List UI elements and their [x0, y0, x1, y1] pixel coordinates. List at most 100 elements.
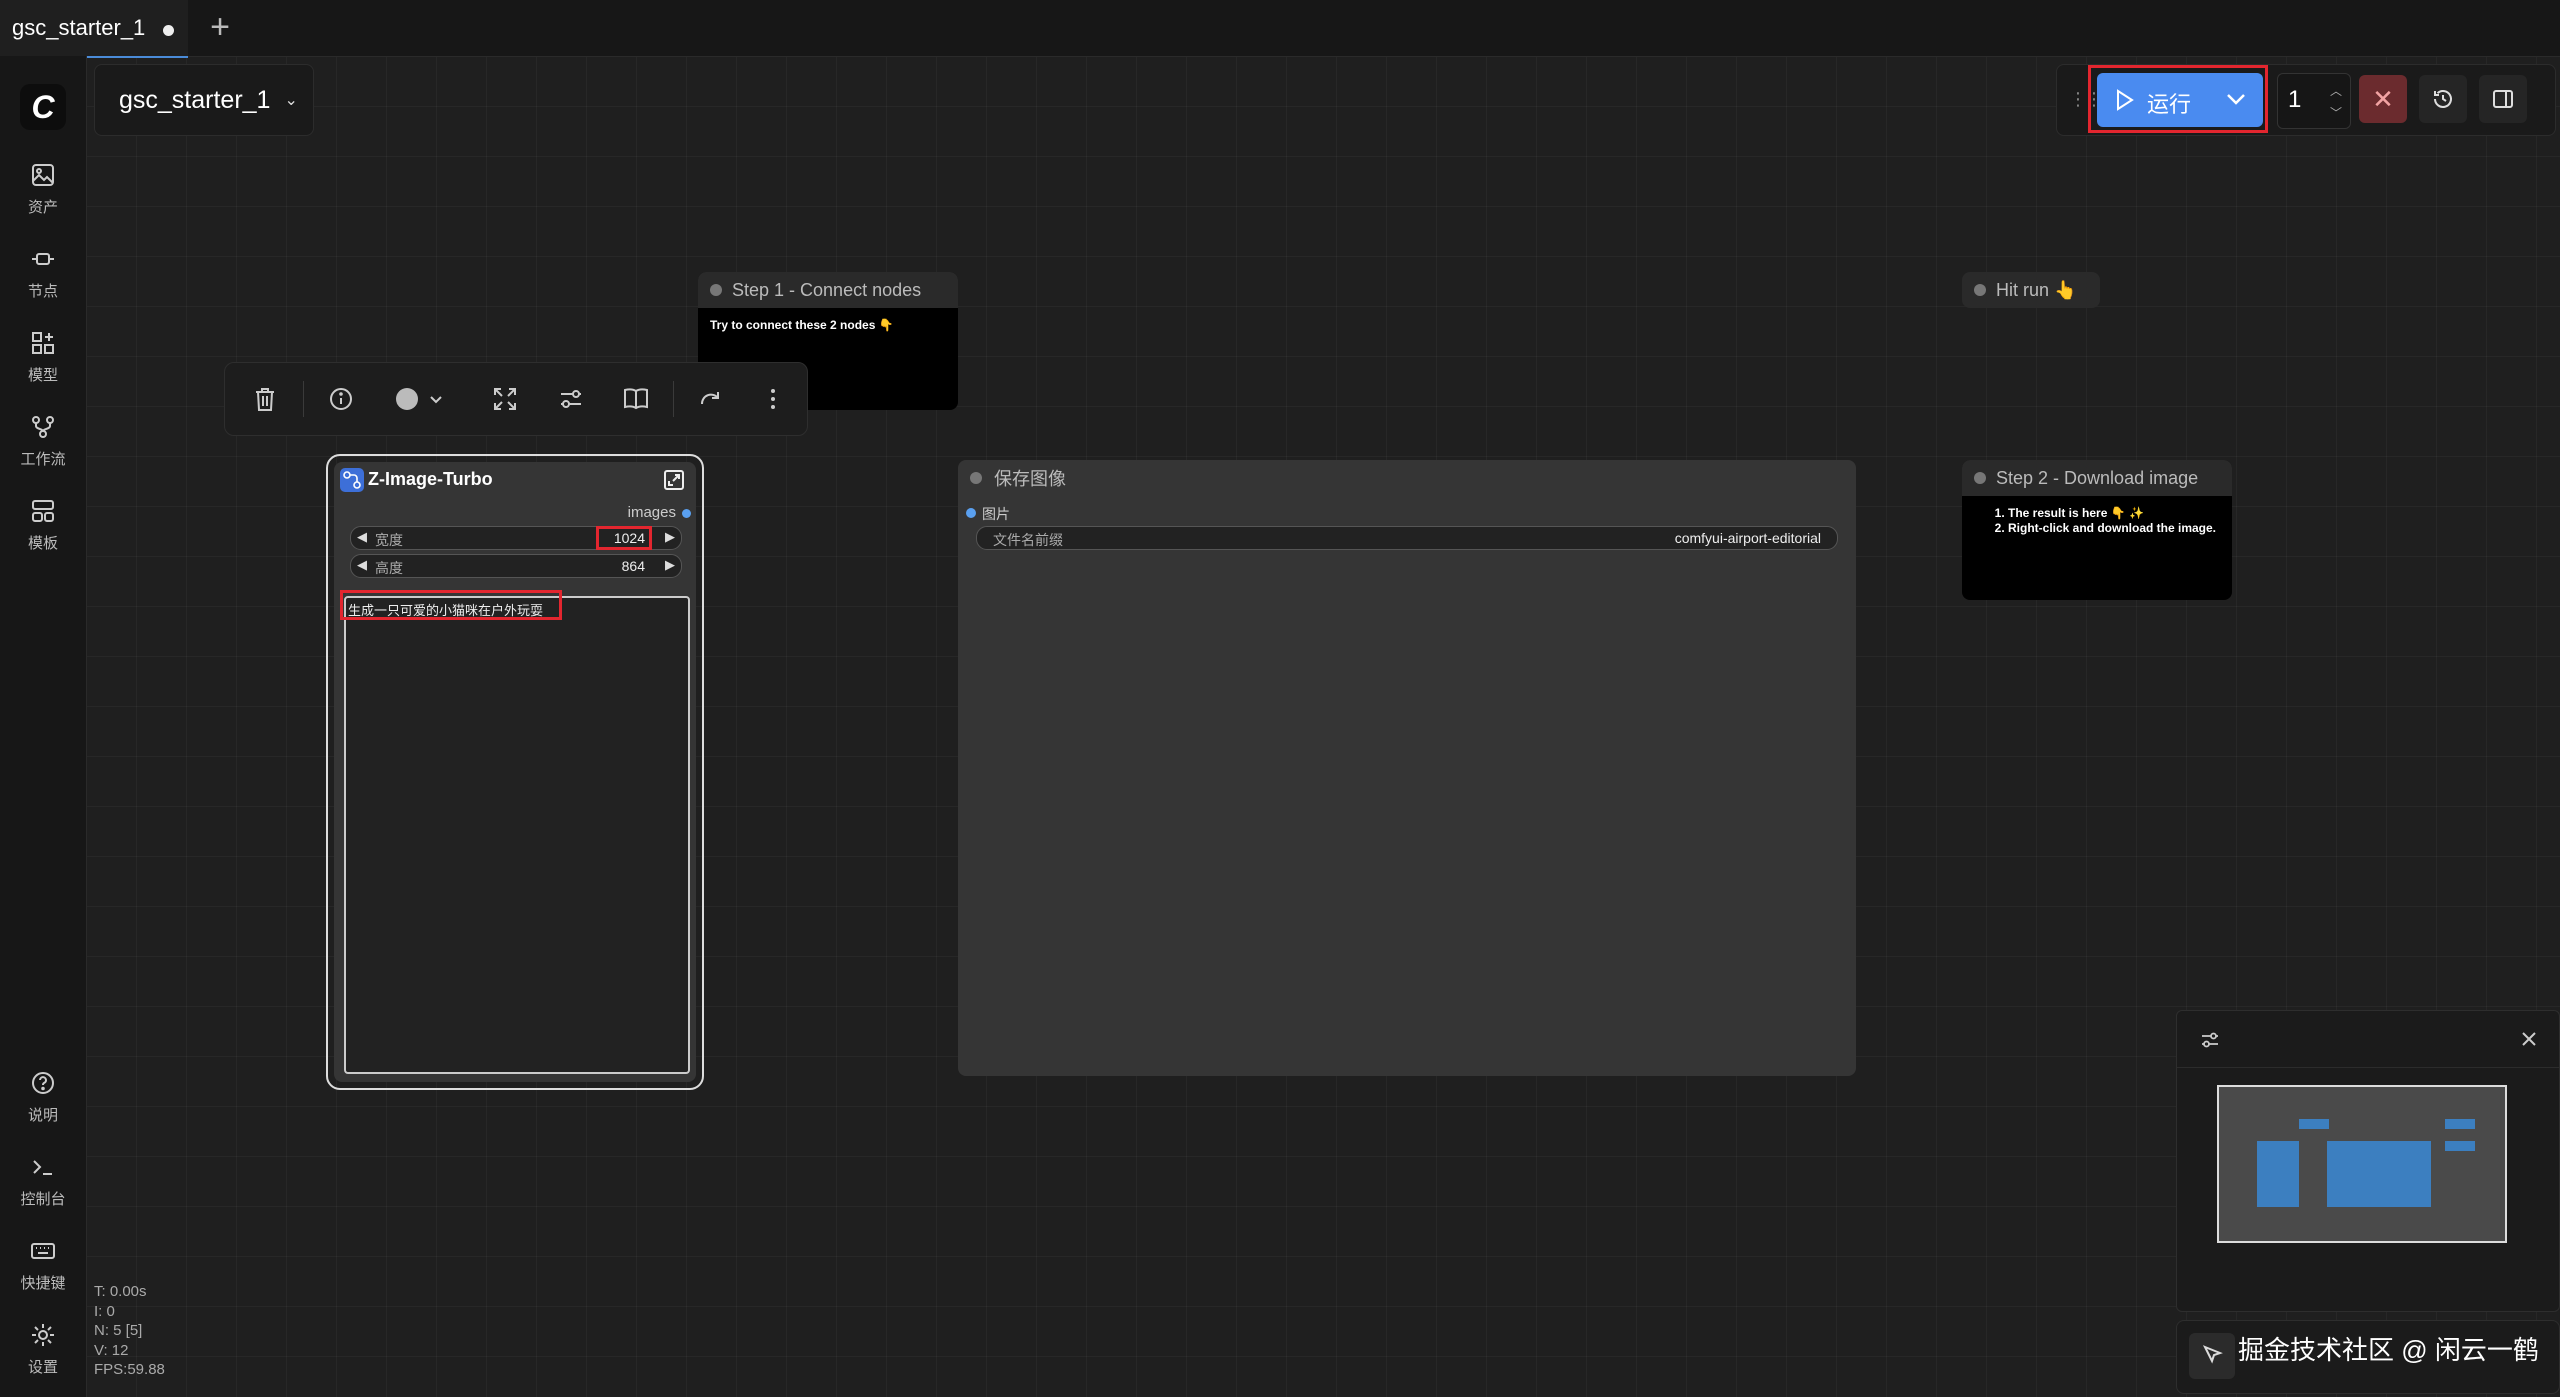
minimap-viewport[interactable]	[2217, 1085, 2507, 1243]
keyboard-icon	[31, 1243, 55, 1259]
sidebar: C 资产 节点 模型 工作流 模板 说明 控制台 快捷键 设置	[0, 56, 87, 1397]
minimap-node	[2445, 1119, 2475, 1129]
prompt-textarea[interactable]: 生成一只可爱的小猫咪在户外玩耍	[344, 596, 690, 1074]
workflow-icon	[32, 416, 54, 438]
gear-icon	[32, 1324, 54, 1346]
collapse-dot-icon[interactable]	[710, 284, 722, 296]
fit-view-icon[interactable]	[491, 385, 519, 413]
delete-icon[interactable]	[251, 385, 279, 413]
cursor-icon	[2202, 1345, 2223, 1364]
run-highlight-box	[2088, 65, 2268, 133]
workflow-title-dropdown[interactable]: gsc_starter_1 ⌄	[94, 64, 314, 136]
more-options-icon[interactable]	[759, 385, 787, 413]
selection-toolbox	[224, 362, 808, 436]
height-value[interactable]: 864	[622, 558, 645, 574]
note-body: The result is here 👇 ✨ Right-click and d…	[1962, 496, 2232, 546]
increment-arrow-icon[interactable]: ▶	[665, 557, 675, 573]
width-label: 宽度	[375, 532, 403, 548]
node-header[interactable]: Z-Image-Turbo	[334, 462, 696, 498]
sidebar-item-help[interactable]: 说明	[0, 1070, 86, 1125]
tab-gsc-starter[interactable]: gsc_starter_1	[0, 0, 188, 58]
redo-icon[interactable]	[697, 385, 725, 413]
minimap-panel	[2176, 1010, 2560, 1312]
batch-count-stepper[interactable]: 1 ︿ ﹀	[2277, 73, 2351, 129]
tab-label: gsc_starter_1	[12, 15, 146, 40]
sidebar-item-models[interactable]: 模型	[0, 330, 86, 385]
input-slot-images[interactable]	[966, 508, 976, 518]
info-icon[interactable]	[327, 385, 355, 413]
list-item: The result is here 👇 ✨	[2008, 506, 2220, 521]
minimap-node	[2299, 1119, 2329, 1129]
node-title: 保存图像	[994, 469, 1066, 489]
sidebar-item-workflows[interactable]: 工作流	[0, 414, 86, 469]
decrement-arrow-icon[interactable]: ◀	[357, 529, 367, 545]
node-icon	[32, 253, 54, 265]
template-icon	[32, 500, 54, 522]
chevron-up-icon[interactable]: ︿	[2330, 82, 2342, 99]
sidebar-item-settings[interactable]: 设置	[0, 1322, 86, 1377]
node-header[interactable]: 保存图像	[958, 460, 1856, 496]
help-icon	[32, 1072, 54, 1094]
collapse-dot-icon[interactable]	[1974, 472, 1986, 484]
image-icon	[32, 164, 54, 186]
book-icon[interactable]	[621, 385, 651, 413]
tab-bar: gsc_starter_1 +	[0, 0, 2560, 58]
select-mode-button[interactable]	[2189, 1333, 2235, 1379]
stop-button[interactable]: ✕	[2359, 75, 2407, 123]
minimap-node	[2257, 1141, 2299, 1207]
z-image-turbo-node[interactable]: Z-Image-Turbo images ◀ 宽度 1024 ▶ ◀ 高度 86…	[334, 462, 696, 1082]
subgraph-icon	[340, 468, 364, 492]
workflow-title: gsc_starter_1	[119, 85, 271, 114]
toggle-panel-button[interactable]	[2479, 75, 2527, 123]
unsaved-dot-icon	[163, 24, 175, 36]
settings-sliders-icon[interactable]	[2199, 1029, 2221, 1051]
new-tab-button[interactable]: +	[204, 10, 236, 44]
output-slot-images[interactable]	[682, 509, 691, 518]
run-toolbar: ⋮⋮ 运行 1 ︿ ﹀ ✕	[2056, 64, 2556, 136]
decrement-arrow-icon[interactable]: ◀	[357, 557, 367, 573]
side-panel-icon	[2493, 90, 2513, 108]
close-icon[interactable]	[2519, 1029, 2539, 1049]
width-highlight-box	[596, 526, 652, 550]
filename-prefix-field[interactable]: 文件名前缀 comfyui-airport-editorial	[976, 526, 1838, 550]
height-stepper[interactable]: ◀ 高度 864 ▶	[350, 554, 682, 578]
node-title: Z-Image-Turbo	[368, 469, 493, 489]
note-title: Hit run 👆	[1996, 279, 2077, 300]
collapse-dot-icon[interactable]	[1974, 284, 1986, 296]
sidebar-item-console[interactable]: 控制台	[0, 1154, 86, 1209]
color-picker-icon[interactable]	[393, 385, 449, 413]
collapse-dot-icon[interactable]	[970, 472, 982, 484]
minimap-node	[2327, 1141, 2431, 1207]
note-hit-run[interactable]: Hit run 👆	[1962, 272, 2100, 308]
input-label-images: 图片	[982, 506, 1010, 522]
note-body: Try to connect these 2 nodes 👇	[710, 318, 894, 332]
open-subgraph-icon[interactable]	[662, 468, 686, 492]
output-label-images: images	[627, 504, 676, 521]
list-item: Right-click and download the image.	[2008, 521, 2220, 536]
sidebar-item-shortcuts[interactable]: 快捷键	[0, 1238, 86, 1293]
model-icon	[32, 332, 54, 354]
sidebar-item-nodes[interactable]: 节点	[0, 246, 86, 301]
note-step2[interactable]: Step 2 - Download image The result is he…	[1962, 460, 2232, 600]
note-title: Step 2 - Download image	[1996, 467, 2199, 488]
minimap-node	[2445, 1141, 2475, 1151]
settings-sliders-icon[interactable]	[557, 385, 585, 413]
history-icon	[2434, 90, 2452, 108]
batch-count-value: 1	[2288, 86, 2302, 113]
note-title: Step 1 - Connect nodes	[732, 279, 922, 300]
sidebar-item-templates[interactable]: 模板	[0, 498, 86, 553]
queue-history-button[interactable]	[2419, 75, 2467, 123]
height-label: 高度	[375, 560, 403, 576]
filename-prefix-label: 文件名前缀	[993, 532, 1063, 548]
sidebar-item-assets[interactable]: 资产	[0, 162, 86, 217]
chevron-down-icon[interactable]: ﹀	[2330, 104, 2342, 121]
save-image-node[interactable]: 保存图像 图片 文件名前缀 comfyui-airport-editorial	[958, 460, 1856, 1076]
prompt-highlight-box	[340, 590, 562, 620]
render-stats: T: 0.00s I: 0 N: 5 [5] V: 12 FPS:59.88	[94, 1283, 165, 1378]
filename-prefix-value: comfyui-airport-editorial	[1674, 530, 1821, 546]
comfy-logo[interactable]: C	[20, 84, 66, 130]
chevron-down-icon: ⌄	[284, 92, 298, 109]
watermark: 掘金技术社区 @ 闲云一鹤	[2238, 1335, 2539, 1365]
increment-arrow-icon[interactable]: ▶	[665, 529, 675, 545]
terminal-icon	[33, 1160, 52, 1175]
